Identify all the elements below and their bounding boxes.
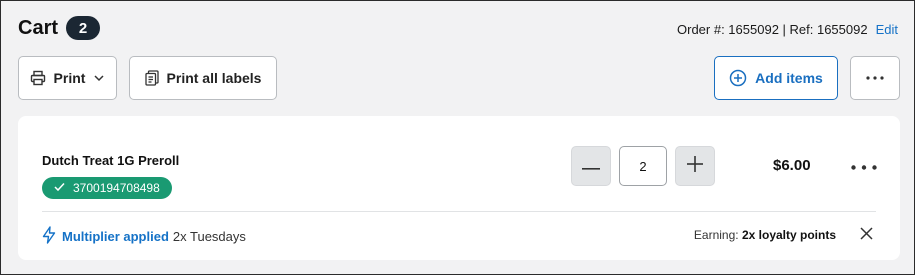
- chevron-down-icon: [93, 72, 105, 84]
- add-items-label: Add items: [755, 70, 823, 86]
- cart-heading: Cart 2: [18, 16, 101, 40]
- close-icon: [859, 227, 873, 245]
- cart-count-badge: 2: [66, 16, 101, 40]
- plus-icon: [686, 155, 704, 178]
- order-reference: Order #: 1655092 | Ref: 1655092 Edit: [677, 22, 898, 37]
- cart-panel: Cart 2 Order #: 1655092 | Ref: 1655092 E…: [0, 0, 915, 275]
- checkmark-icon: [54, 181, 65, 195]
- print-all-labels-button[interactable]: Print all labels: [129, 56, 277, 100]
- product-name: Dutch Treat 1G Preroll: [42, 153, 180, 168]
- loyalty-earning: Earning: 2x loyalty points: [694, 228, 836, 242]
- sku-verified-badge: 3700194708498: [42, 177, 172, 199]
- minus-icon: [582, 157, 600, 175]
- decrease-quantity-button[interactable]: [571, 146, 611, 186]
- edit-order-link[interactable]: Edit: [876, 22, 898, 37]
- increase-quantity-button[interactable]: [675, 146, 715, 186]
- earning-points: 2x loyalty points: [741, 228, 836, 242]
- loyalty-multiplier: Multiplier applied 2x Tuesdays: [42, 226, 246, 247]
- sku-number: 3700194708498: [73, 181, 160, 195]
- ellipsis-horizontal-icon: [851, 157, 877, 175]
- order-number-text: Order #: 1655092 | Ref: 1655092: [677, 22, 868, 37]
- earning-prefix: Earning:: [693, 228, 739, 242]
- print-dropdown-button[interactable]: Print: [18, 56, 117, 100]
- ellipsis-horizontal-icon: [866, 76, 884, 80]
- divider: [42, 211, 876, 212]
- print-all-labels-text: Print all labels: [166, 70, 262, 86]
- multiplier-applied-link[interactable]: Multiplier applied: [62, 229, 169, 244]
- line-item-price: $6.00: [773, 157, 811, 174]
- remove-multiplier-button[interactable]: [856, 226, 876, 246]
- plus-circle-icon: [729, 69, 747, 87]
- cart-line-item: Dutch Treat 1G Preroll 3700194708498 $6.…: [18, 116, 900, 260]
- printer-icon: [30, 70, 46, 86]
- page-title: Cart: [18, 16, 59, 39]
- quantity-input[interactable]: [619, 146, 667, 186]
- multiplier-detail: 2x Tuesdays: [172, 229, 246, 244]
- label-sheet-icon: [144, 70, 159, 86]
- line-item-more-button[interactable]: [848, 156, 880, 176]
- add-items-button[interactable]: Add items: [714, 56, 838, 100]
- print-label: Print: [53, 70, 86, 86]
- lightning-bolt-icon: [42, 226, 56, 247]
- more-options-button[interactable]: [850, 56, 900, 100]
